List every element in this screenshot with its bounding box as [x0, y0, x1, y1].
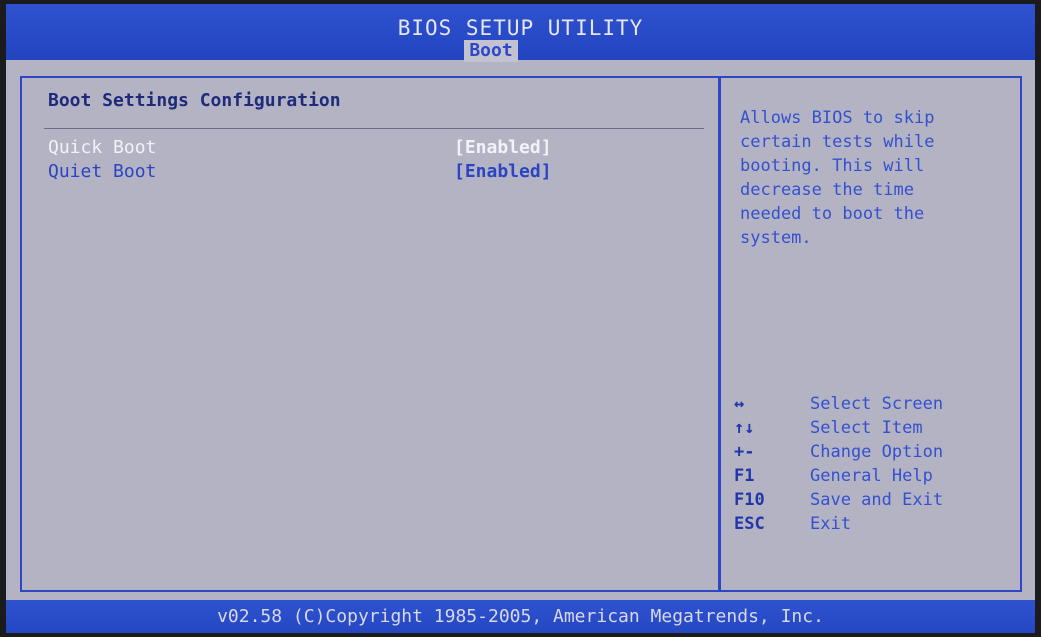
key-legend-item: +- Change Option — [734, 440, 1014, 464]
setting-label: Quiet Boot — [48, 161, 157, 182]
key-f1: F1 — [734, 466, 755, 486]
key-legend-item: ↑↓ Select Item — [734, 416, 1014, 440]
section-divider — [44, 128, 704, 129]
setting-quick-boot[interactable]: Quick Boot [Enabled] — [48, 136, 708, 160]
help-text: Allows BIOS to skip certain tests while … — [740, 108, 935, 248]
help-panel: Allows BIOS to skip certain tests while … — [722, 78, 1020, 590]
up-down-arrow-icon: ↑↓ — [734, 418, 755, 438]
section-title: Boot Settings Configuration — [48, 90, 341, 111]
tab-boot[interactable]: Boot — [464, 40, 518, 62]
key-description: Save and Exit — [810, 490, 944, 510]
panel-divider — [718, 76, 721, 592]
bios-title: BIOS SETUP UTILITY — [397, 16, 644, 40]
key-f10: F10 — [734, 490, 765, 510]
settings-panel: Boot Settings Configuration Quick Boot [… — [22, 78, 716, 590]
plus-minus-icon: +- — [734, 442, 755, 462]
key-legend-item: ↔ Select Screen — [734, 392, 1014, 416]
setting-value[interactable]: [Enabled] — [454, 136, 552, 160]
setting-label: Quick Boot — [48, 137, 157, 158]
setting-quiet-boot[interactable]: Quiet Boot [Enabled] — [48, 160, 708, 184]
key-description: Exit — [810, 514, 851, 534]
key-legend-item: F1 General Help — [734, 464, 1014, 488]
title-bar: BIOS SETUP UTILITY — [6, 4, 1035, 60]
key-description: Change Option — [810, 442, 944, 462]
key-legend-item: F10 Save and Exit — [734, 488, 1014, 512]
key-description: General Help — [810, 466, 933, 486]
key-description: Select Screen — [810, 394, 944, 414]
footer-bar: v02.58 (C)Copyright 1985-2005, American … — [6, 600, 1035, 633]
copyright-text: v02.58 (C)Copyright 1985-2005, American … — [217, 606, 824, 627]
left-right-arrow-icon: ↔ — [734, 394, 745, 414]
setting-value[interactable]: [Enabled] — [454, 160, 552, 184]
bios-screen: BIOS SETUP UTILITY Boot Boot Settings Co… — [6, 4, 1035, 633]
key-legend-item: ESC Exit — [734, 512, 1014, 536]
key-esc: ESC — [734, 514, 765, 534]
key-description: Select Item — [810, 418, 923, 438]
